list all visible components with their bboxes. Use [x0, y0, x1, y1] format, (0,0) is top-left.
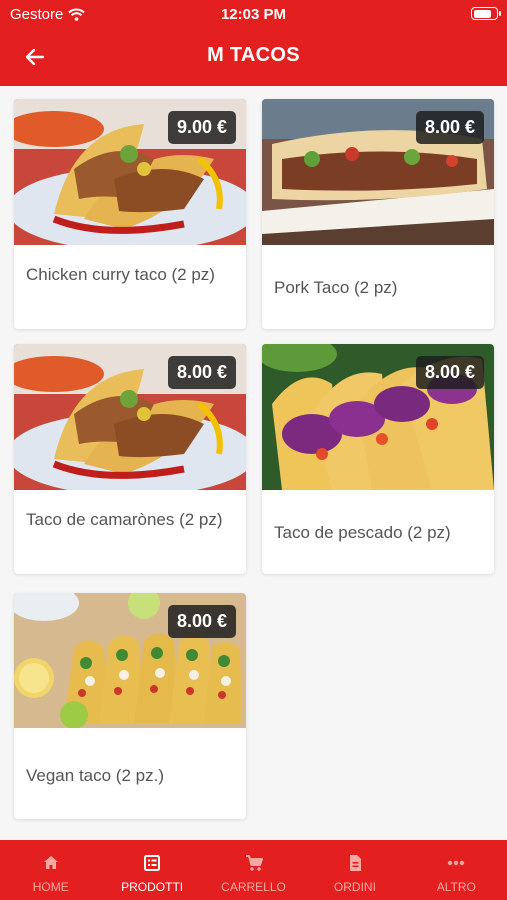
tab-label: ALTRO [436, 880, 476, 894]
tab-cart[interactable]: CARRELLO [203, 840, 304, 900]
tab-label: HOME [32, 880, 69, 894]
product-card-taco-de-pescado[interactable]: 8.00 € Taco de pescado (2 pz) [262, 344, 494, 574]
product-name: Pork Taco (2 pz) [274, 278, 398, 297]
price-badge: 8.00 € [415, 356, 484, 389]
product-name: Taco de camaròneѕ (2 pz) [26, 510, 223, 529]
status-bar: Gestore 12:03 PM [0, 0, 507, 28]
products-icon [144, 855, 161, 871]
tab-products[interactable]: PRODOTTI [101, 840, 202, 900]
more-icon [448, 860, 465, 866]
tab-home[interactable]: HOME [0, 840, 101, 900]
tab-label: PRODOTTI [121, 880, 184, 894]
tab-more[interactable]: ALTRO [406, 840, 507, 900]
battery-icon [471, 7, 501, 20]
product-card-chicken-curry-taco[interactable]: 9.00 € Chicken curry taco (2 pz) [14, 99, 246, 329]
home-icon [43, 856, 58, 869]
product-card-taco-de-camarones[interactable]: 8.00 € Taco de camaròneѕ (2 pz) [14, 344, 246, 574]
price-badge: 9.00 € [167, 111, 236, 144]
app-header: Gestore 12:03 PM M TACOS [0, 0, 507, 86]
product-card-vegan-taco[interactable]: 8.00 € Vegan taco (2 pz.) [14, 593, 246, 819]
product-name: Chicken curry taco (2 pz) [26, 265, 215, 284]
price-badge: 8.00 € [167, 356, 236, 389]
bottom-tab-bar: HOME PRODOTTI CARRELLO ORDINI ALTRO [0, 840, 507, 900]
tab-label: ORDINI [333, 880, 376, 894]
price-badge: 8.00 € [167, 605, 236, 638]
product-card-pork-taco[interactable]: 8.00 € Pork Taco (2 pz) [262, 99, 494, 329]
status-time: 12:03 PM [220, 6, 287, 23]
orders-icon [349, 855, 361, 871]
battery-level [473, 9, 492, 18]
cart-icon [245, 855, 263, 871]
tab-orders[interactable]: ORDINI [304, 840, 405, 900]
price-badge: 8.00 € [415, 111, 484, 144]
product-name: Vegan taco (2 pz.) [26, 766, 164, 785]
page-title: M TACOS [207, 44, 300, 66]
product-name: Taco de pescado (2 pz) [274, 523, 451, 542]
tab-label: CARRELLO [221, 880, 286, 894]
